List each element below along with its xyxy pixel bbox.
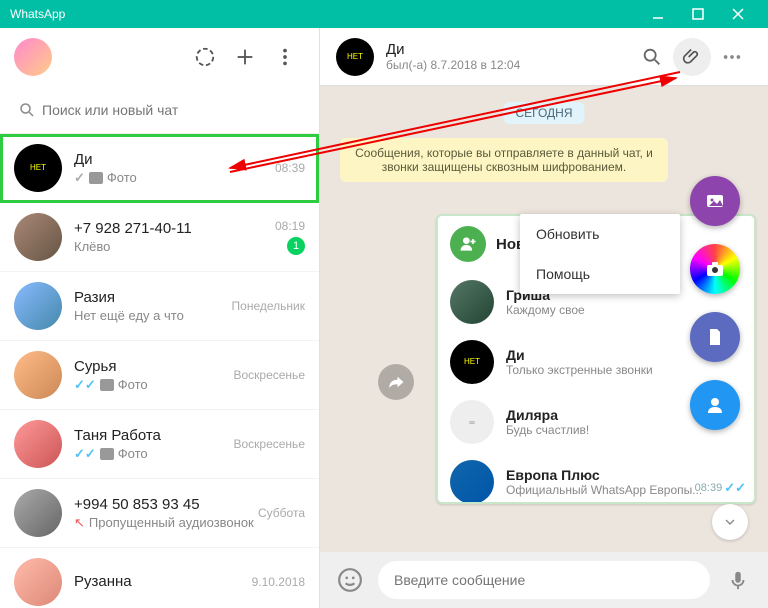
window-close-button[interactable] bbox=[718, 0, 758, 28]
chat-avatar bbox=[14, 351, 62, 399]
chat-avatar bbox=[14, 282, 62, 330]
chat-name: +7 928 271-40-11 bbox=[74, 220, 275, 237]
chat-name: Сурья bbox=[74, 358, 233, 375]
unread-badge: 1 bbox=[287, 237, 305, 255]
chat-time: 08:19 bbox=[275, 219, 305, 233]
add-contact-icon bbox=[450, 226, 486, 262]
conversation-avatar[interactable]: НЕТ bbox=[336, 38, 374, 76]
chat-time: 9.10.2018 bbox=[252, 575, 305, 589]
chat-preview: Фото bbox=[118, 377, 148, 392]
window-title: WhatsApp bbox=[10, 7, 638, 21]
chat-item[interactable]: НЕТ Ди ✓ Фото 08:39 bbox=[0, 134, 319, 203]
conversation-status: был(-а) 8.7.2018 в 12:04 bbox=[386, 58, 632, 72]
sidebar-header bbox=[0, 28, 319, 86]
ticks-icon: ✓✓ bbox=[74, 377, 96, 393]
menu-item-help[interactable]: Помощь bbox=[520, 254, 680, 294]
chat-name: Рузанна bbox=[74, 573, 252, 590]
menu-item-refresh[interactable]: Обновить bbox=[520, 214, 680, 254]
photo-icon bbox=[100, 448, 114, 460]
chat-item[interactable]: Разия Нет ещё еду а что Понедельник bbox=[0, 272, 319, 341]
mic-button[interactable] bbox=[720, 562, 756, 598]
conversation-pane: НЕТ Ди был(-а) 8.7.2018 в 12:04 СЕГОДНЯ … bbox=[320, 28, 768, 608]
chat-name: Ди bbox=[74, 151, 275, 168]
contact-avatar: ∞ bbox=[450, 400, 494, 444]
chat-preview: Фото bbox=[118, 446, 148, 461]
encryption-notice: Сообщения, которые вы отправляете в данн… bbox=[340, 138, 668, 182]
search-bar bbox=[0, 86, 319, 134]
chat-time: 08:39 bbox=[275, 161, 305, 175]
attach-camera-button[interactable] bbox=[690, 244, 740, 294]
conversation-body: СЕГОДНЯ Сообщения, которые вы отправляет… bbox=[320, 86, 768, 552]
header-dropdown-menu: Обновить Помощь bbox=[520, 214, 680, 294]
chat-item[interactable]: Рузанна 9.10.2018 bbox=[0, 548, 319, 608]
chat-avatar: НЕТ bbox=[14, 144, 62, 192]
search-icon bbox=[12, 101, 42, 119]
scroll-to-bottom-button[interactable] bbox=[712, 504, 748, 540]
status-button[interactable] bbox=[185, 37, 225, 77]
chat-item[interactable]: +7 928 271-40-11 Клёво 08:19 1 bbox=[0, 203, 319, 272]
gallery-icon bbox=[703, 189, 727, 213]
chat-time: Воскресенье bbox=[233, 437, 305, 451]
search-input[interactable] bbox=[42, 102, 307, 118]
chat-avatar bbox=[14, 489, 62, 537]
new-chat-button[interactable] bbox=[225, 37, 265, 77]
chat-list: НЕТ Ди ✓ Фото 08:39 +7 928 271-40-11 Клёв… bbox=[0, 134, 319, 608]
photo-icon bbox=[89, 172, 103, 184]
chat-avatar bbox=[14, 420, 62, 468]
chat-preview: Нет ещё еду а что bbox=[74, 308, 184, 323]
chat-name: Разия bbox=[74, 289, 232, 306]
sidebar-menu-button[interactable] bbox=[265, 37, 305, 77]
ticks-icon: ✓ bbox=[74, 170, 85, 186]
contact-avatar bbox=[450, 280, 494, 324]
chat-time: Понедельник bbox=[232, 299, 305, 313]
conversation-header: НЕТ Ди был(-а) 8.7.2018 в 12:04 bbox=[320, 28, 768, 86]
chat-item[interactable]: +994 50 853 93 45 ↖ Пропущенный аудиозвон… bbox=[0, 479, 319, 548]
window-maximize-button[interactable] bbox=[678, 0, 718, 28]
chat-name: Таня Работа bbox=[74, 427, 233, 444]
attach-contact-button[interactable] bbox=[690, 380, 740, 430]
chat-preview: Фото bbox=[107, 170, 137, 185]
attach-gallery-button[interactable] bbox=[690, 176, 740, 226]
chat-preview: Пропущенный аудиозвонок bbox=[89, 515, 254, 530]
header-search-button[interactable] bbox=[632, 37, 672, 77]
forward-button[interactable] bbox=[378, 364, 414, 400]
window-minimize-button[interactable] bbox=[638, 0, 678, 28]
contact-card-time: 08:39 ✓✓ bbox=[695, 480, 746, 496]
contact-icon bbox=[703, 393, 727, 417]
header-menu-button[interactable] bbox=[712, 37, 752, 77]
sidebar: НЕТ Ди ✓ Фото 08:39 +7 928 271-40-11 Клёв… bbox=[0, 28, 320, 608]
attach-button[interactable] bbox=[672, 37, 712, 77]
conversation-title: Ди bbox=[386, 41, 632, 58]
chat-item[interactable]: Таня Работа ✓✓ Фото Воскресенье bbox=[0, 410, 319, 479]
window-titlebar: WhatsApp bbox=[0, 0, 768, 28]
ticks-icon: ✓✓ bbox=[74, 446, 96, 462]
contact-row[interactable]: Европа Плюс Официальный WhatsApp Европы.… bbox=[438, 452, 754, 504]
chat-time: Воскресенье bbox=[233, 368, 305, 382]
chat-item[interactable]: Сурья ✓✓ Фото Воскресенье bbox=[0, 341, 319, 410]
document-icon bbox=[703, 325, 727, 349]
chat-avatar bbox=[14, 213, 62, 261]
chat-name: +994 50 853 93 45 bbox=[74, 496, 258, 513]
chat-avatar bbox=[14, 558, 62, 606]
emoji-button[interactable] bbox=[332, 562, 368, 598]
chat-preview: Клёво bbox=[74, 239, 110, 254]
chat-time: Суббота bbox=[258, 506, 305, 520]
date-chip: СЕГОДНЯ bbox=[503, 102, 584, 124]
photo-icon bbox=[100, 379, 114, 391]
contact-avatar bbox=[450, 460, 494, 504]
contact-avatar: НЕТ bbox=[450, 340, 494, 384]
paperclip-icon bbox=[673, 38, 711, 76]
attach-document-button[interactable] bbox=[690, 312, 740, 362]
self-avatar[interactable] bbox=[14, 38, 52, 76]
composer bbox=[320, 552, 768, 608]
camera-icon bbox=[703, 257, 727, 281]
missed-call-icon: ↖ bbox=[74, 515, 85, 531]
attach-menu bbox=[690, 176, 740, 430]
message-input[interactable] bbox=[378, 561, 710, 599]
